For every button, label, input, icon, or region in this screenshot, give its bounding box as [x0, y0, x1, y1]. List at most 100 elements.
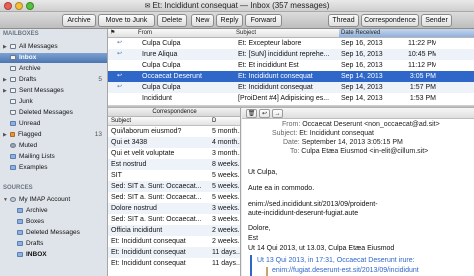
preview-to: To: Culpa Etæa Eiusmod <in-elit@cillum.s… [290, 148, 429, 155]
sidebar-item-sent-messages[interactable]: ▶ Sent Messages [0, 86, 107, 96]
message-preview: 🗑 ↩ → From: Occaecat Deserunt <non_occae… [242, 108, 474, 276]
folder-icon [17, 208, 23, 213]
sidebar-item-imap-account[interactable]: ▼ My IMAP Account [0, 195, 107, 205]
disclosure-triangle-icon[interactable]: ▶ [3, 86, 10, 96]
flag-column-header[interactable]: ⚑ [110, 29, 115, 38]
delete-button[interactable]: Delete [157, 14, 187, 27]
replied-arrow-icon: ↩ [117, 84, 123, 90]
message-row[interactable]: Culpa Culpa Et: Et incididunt Est Sep 16… [108, 60, 474, 71]
sidebar-item-examples[interactable]: Examples [0, 163, 107, 173]
subject-column-header[interactable]: Subject [236, 29, 256, 38]
preview-body-line: Aute ea in commodo. [248, 185, 315, 192]
correspondence-pane: Correspondence Subject D Qui/laborum eiu… [108, 108, 241, 276]
sidebar-item-all-messages[interactable]: ▶ All Messages [0, 42, 107, 52]
forward-button[interactable]: Forward [245, 14, 282, 27]
new-message-button[interactable]: New [191, 14, 214, 27]
message-list-header: ⚑ From Subject Date Received [108, 29, 474, 38]
sidebar-item-unread[interactable]: Unread [0, 119, 107, 129]
thread-row[interactable]: Sed: SIT a. Sunt: Occaecat... 5 weeks... [108, 181, 240, 192]
archive-button[interactable]: Archive [62, 14, 96, 27]
thread-row[interactable]: Officia incididunt 2 weeks... [108, 225, 240, 236]
sidebar-item-muted[interactable]: Muted [0, 141, 107, 151]
sidebar-item-imap-drafts[interactable]: Drafts [0, 239, 107, 249]
thread-row[interactable]: Qui et velit voluptate 3 month... [108, 148, 240, 159]
sidebar-item-imap-archive[interactable]: Archive [0, 206, 107, 216]
folder-icon [17, 230, 23, 235]
preview-subject: Subject: Et: Incididunt consequat [272, 130, 374, 137]
folder-icon [17, 252, 23, 257]
archive-box-icon [10, 66, 16, 71]
trash-can-icon [10, 110, 16, 115]
preview-body-line: Ut Culpa, [248, 169, 278, 176]
preview-trash-button[interactable]: 🗑 [246, 109, 257, 118]
from-column-header[interactable]: From [138, 29, 152, 38]
folder-icon [17, 219, 23, 224]
preview-date: Date: September 14, 2013 3:05:15 PM [283, 139, 403, 146]
thread-row[interactable]: Sed: SIT a. Sunt: Occaecat... 3 weeks... [108, 214, 240, 225]
preview-from: From: Occaecat Deserunt <non_occaecat@ad… [282, 121, 440, 128]
envelope-icon: ✉ [144, 3, 151, 10]
preview-forward-button[interactable]: → [272, 109, 283, 118]
mailboxes-header: MAILBOXES [3, 31, 39, 37]
thread-row[interactable]: Et: Incididunt consequat 2 weeks... [108, 236, 240, 247]
sidebar-item-imap-inbox[interactable]: INBOX [0, 250, 107, 260]
sidebar-item-drafts[interactable]: ▶ Drafts 5 [0, 75, 107, 85]
disclosure-triangle-icon[interactable]: ▼ [3, 195, 10, 205]
paper-plane-icon [10, 88, 16, 93]
preview-body-link[interactable]: enim://sed.incididunt.sit/2013/09/proide… [248, 201, 378, 208]
folder-icon [10, 154, 16, 159]
thread-row[interactable]: Est nostrud 8 weeks... [108, 159, 240, 170]
correspondence-header: Subject D [108, 117, 240, 126]
sidebar-item-archive[interactable]: Archive [0, 64, 107, 74]
preview-body-line: Est [248, 235, 259, 242]
inbox-tray-icon [10, 55, 16, 60]
quoted-link[interactable]: enim://fugiat.deserunt-est.sit/2013/09/i… [266, 267, 419, 276]
correspondence-title: Correspondence [108, 108, 240, 117]
quoted-attribution: Ut 13 Qui 2013, in 17:31, Occaecat Deser… [257, 257, 415, 264]
message-row[interactable]: ↩ Irure Aliqua Et: [SuN] incididunt repr… [108, 49, 474, 60]
message-row[interactable]: ↩ Culpa Culpa Et: Incididunt consequat S… [108, 82, 474, 93]
thread-row[interactable]: Dolore nostrud 3 weeks... [108, 203, 240, 214]
sidebar-item-inbox[interactable]: Inbox [0, 53, 107, 63]
thread-button[interactable]: Thread [328, 14, 359, 27]
thread-row[interactable]: Et: Incididunt consequat 11 days... [108, 258, 240, 269]
disclosure-triangle-icon[interactable]: ▶ [3, 42, 10, 52]
thread-row[interactable]: SIT 5 weeks... [108, 170, 240, 181]
move-to-junk-button[interactable]: Move to Junk [98, 14, 155, 27]
drafts-count-badge: 5 [98, 76, 102, 83]
message-row-selected[interactable]: ↩ Occaecat Deserunt Et: Incididunt conse… [108, 71, 474, 82]
muted-icon [10, 143, 16, 148]
preview-body-link[interactable]: aute-incididunt-deserunt-fugiat.aute [248, 210, 358, 217]
flagged-count-badge: 13 [94, 131, 102, 138]
sidebar-item-junk[interactable]: Junk [0, 97, 107, 107]
message-list: ⚑ From Subject Date Received ↩ Culpa Cul… [108, 29, 474, 105]
thread-date-column-header[interactable]: D [212, 117, 216, 126]
correspondence-button[interactable]: Correspondence [361, 14, 419, 27]
preview-body-line: Ut 14 Qui 2013, ut 13.03, Culpa Etæa Eiu… [248, 245, 395, 252]
inbox-tray-icon [10, 44, 16, 49]
sources-header: SOURCES [3, 185, 33, 191]
flag-icon [10, 132, 15, 137]
thread-row[interactable]: Qui et 3438 4 month... [108, 137, 240, 148]
thread-row[interactable]: Et: Incididunt consequat 11 days... [108, 247, 240, 258]
message-row[interactable]: ↩ Culpa Culpa Et: Excepteur labore Sep 1… [108, 38, 474, 49]
sender-button[interactable]: Sender [421, 14, 452, 27]
sidebar-item-deleted-messages[interactable]: Deleted Messages [0, 108, 107, 118]
thread-subject-column-header[interactable]: Subject [111, 117, 131, 126]
smart-folder-icon [10, 121, 16, 126]
replied-arrow-icon: ↩ [117, 51, 123, 57]
sidebar-item-mailing-lists[interactable]: Mailing Lists [0, 152, 107, 162]
thread-row[interactable]: Sed: SIT a. Sunt: Occaecat... 5 weeks... [108, 192, 240, 203]
message-row[interactable]: Incididunt [ProiDent #4] Adipisicing es.… [108, 93, 474, 104]
replied-arrow-icon: ↩ [117, 40, 123, 46]
title-bar: ✉ Et: Incididunt consequat — Inbox (357 m… [0, 0, 474, 12]
date-column-header[interactable]: Date Received [339, 29, 474, 37]
sidebar-item-flagged[interactable]: ▶ Flagged 13 [0, 130, 107, 140]
disclosure-triangle-icon[interactable]: ▶ [3, 75, 10, 85]
reply-button[interactable]: Reply [216, 14, 243, 27]
thread-row[interactable]: Qui/laborum eiusmod? 5 month... [108, 126, 240, 137]
sidebar-item-imap-boxes[interactable]: Boxes [0, 217, 107, 227]
preview-reply-button[interactable]: ↩ [259, 109, 270, 118]
disclosure-triangle-icon[interactable]: ▶ [3, 130, 10, 140]
sidebar-item-imap-deleted-messages[interactable]: Deleted Messages [0, 228, 107, 238]
